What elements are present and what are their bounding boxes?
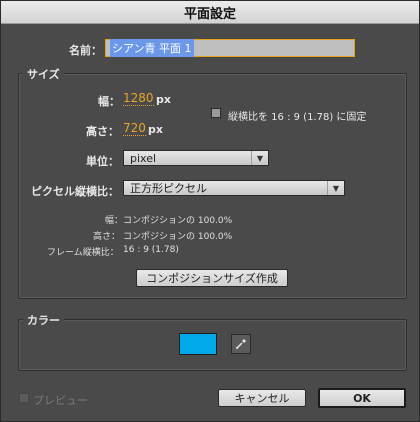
name-input-value: シアン青 平面 1 [110,39,194,57]
name-input[interactable]: シアン青 平面 1 [105,39,355,57]
height-label: 高さ： [86,125,119,138]
chevron-down-icon: ▼ [251,151,268,165]
lock-aspect-checkbox[interactable] [211,108,221,118]
pixel-aspect-select-value: 正方形ピクセル [130,182,207,195]
size-group-title: サイズ [23,66,64,82]
chevron-down-icon: ▼ [327,181,344,195]
height-value-scrub[interactable]: 720 [123,122,146,136]
info-frame-aspect-label: フレーム縦横比： [47,248,119,258]
preview-checkbox[interactable] [19,393,29,403]
info-width-value: コンポジションの 100.0% [123,216,233,226]
color-group-title: カラー [23,312,64,328]
solid-settings-dialog: 平面設定 名前： シアン青 平面 1 サイズ 幅： 1280 px 縦横比を 1… [0,0,420,422]
width-label: 幅： [98,95,120,108]
window-titlebar: 平面設定 [1,1,419,24]
info-width-label: 幅： [105,216,124,226]
pixel-aspect-label: ピクセル縦横比： [31,185,119,198]
info-frame-aspect-value: 16 : 9 (1.78) [123,245,179,255]
preview-label: プレビュー [33,394,88,407]
make-comp-size-button[interactable]: コンポジションサイズ作成 [136,269,288,287]
eyedropper-icon[interactable] [231,334,251,354]
info-height-value: コンポジションの 100.0% [123,232,233,242]
info-height-label: 高さ： [93,232,121,242]
unit-label: 単位： [86,155,119,168]
height-unit: px [148,123,163,136]
color-swatch[interactable] [179,333,217,355]
unit-select-value: pixel [130,151,157,165]
window-title: 平面設定 [183,6,236,22]
lock-aspect-label: 縦横比を 16 : 9 (1.78) に固定 [228,112,367,123]
width-unit: px [156,93,171,106]
name-label: 名前： [69,44,102,57]
cancel-button[interactable]: キャンセル [218,389,306,407]
pixel-aspect-select[interactable]: 正方形ピクセル ▼ [123,180,345,196]
ok-button[interactable]: OK [318,388,406,408]
unit-select[interactable]: pixel ▼ [123,150,269,166]
width-value-scrub[interactable]: 1280 [123,92,154,106]
eyedropper-glyph [236,339,246,349]
